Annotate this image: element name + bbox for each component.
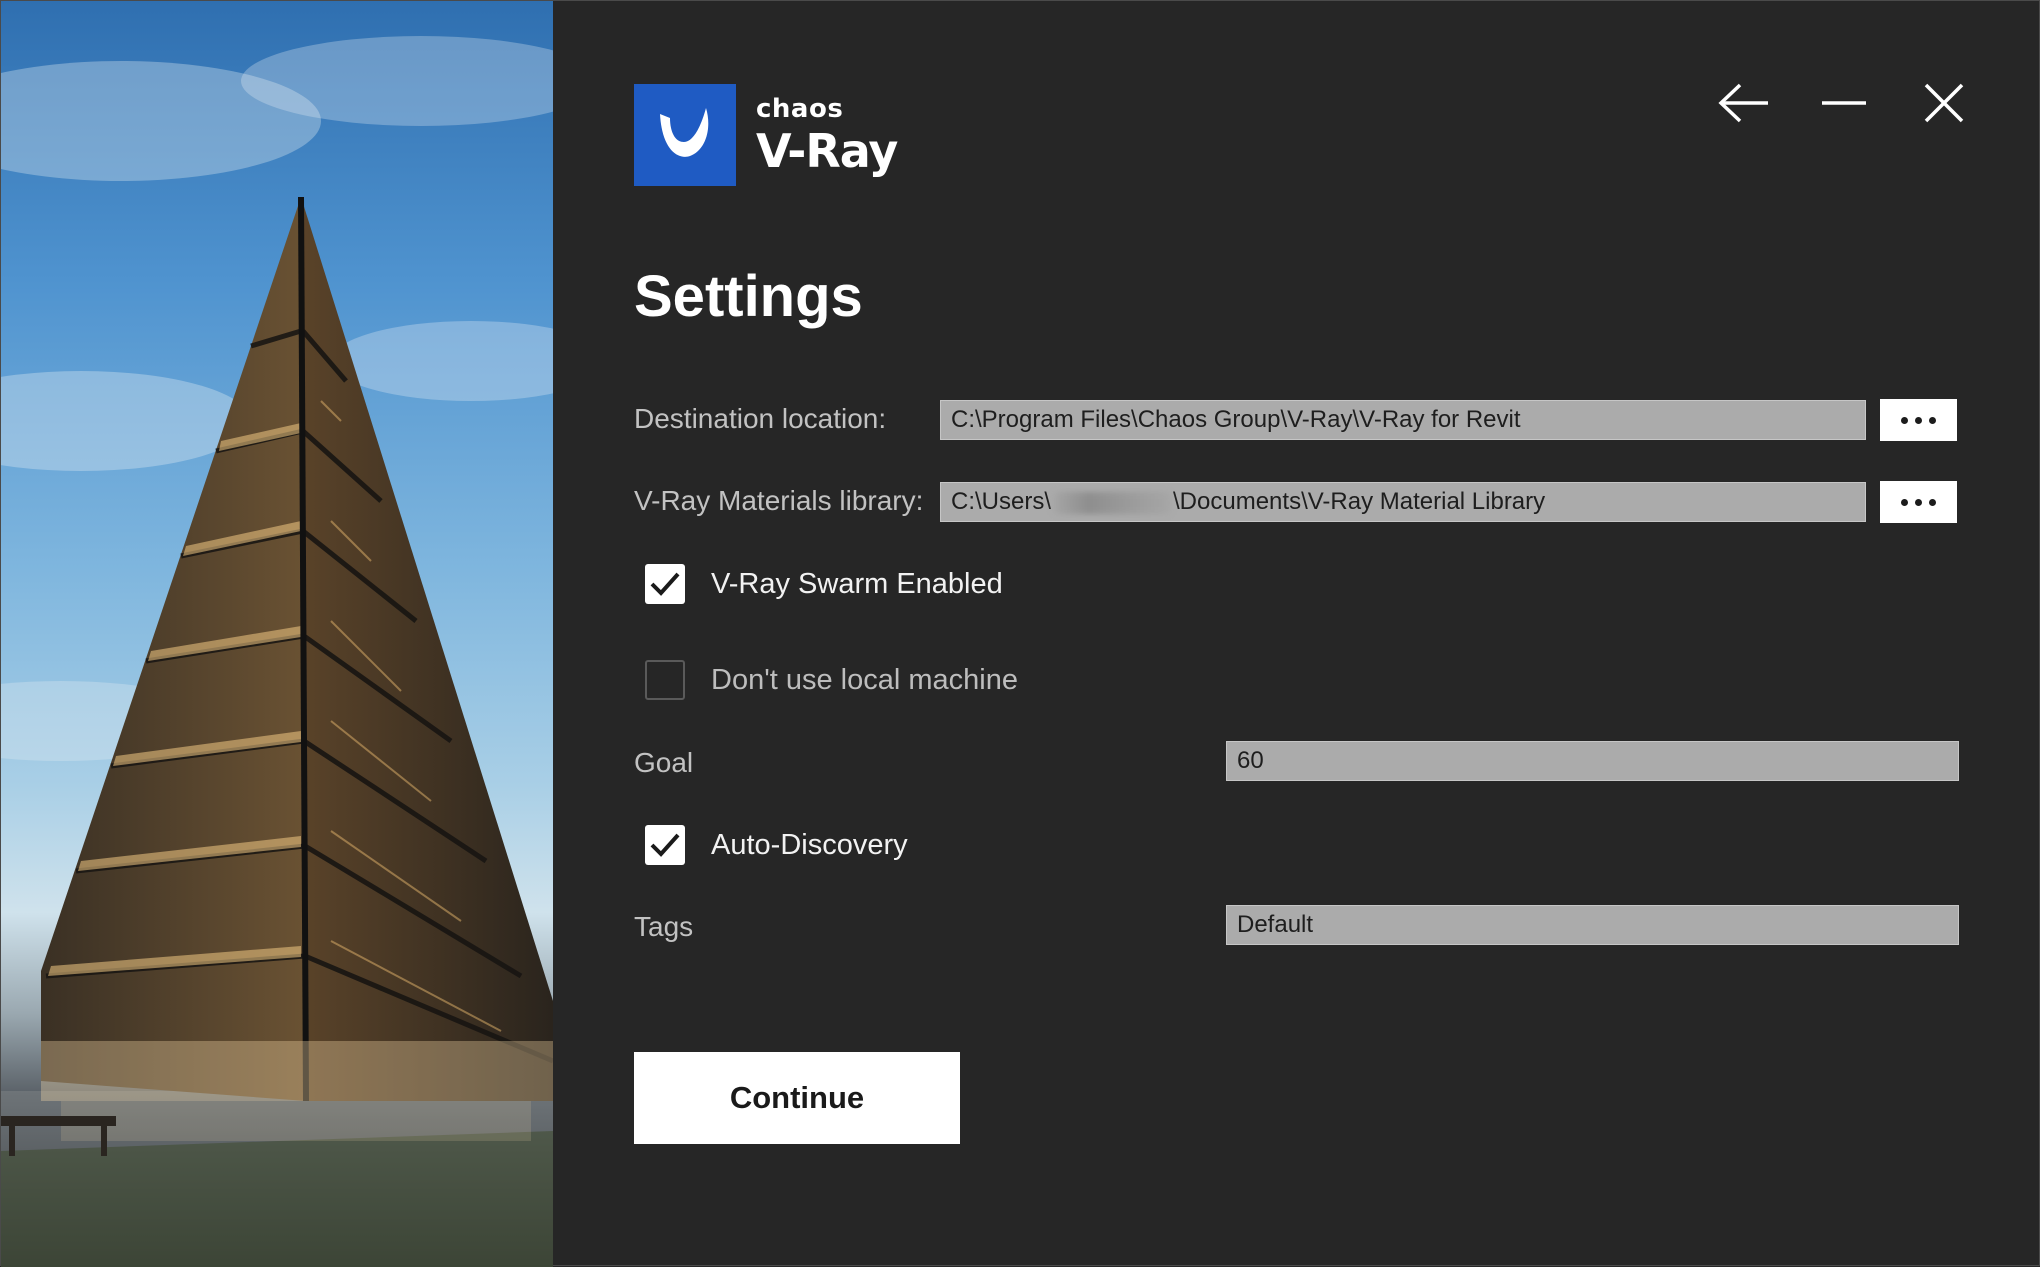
tags-label: Tags: [634, 911, 694, 942]
destination-value: C:\Program Files\Chaos Group\V-Ray\V-Ray…: [951, 406, 1521, 433]
continue-button[interactable]: Continue: [634, 1052, 960, 1144]
swarm-enabled-checkbox[interactable]: V-Ray Swarm Enabled: [645, 564, 1003, 604]
auto-discovery-checkbox[interactable]: Auto-Discovery: [645, 825, 908, 865]
more-icon: [1901, 498, 1908, 506]
more-icon-dot: [1915, 416, 1922, 424]
redacted-username: [1053, 491, 1172, 514]
window-controls: [1717, 79, 1971, 127]
materials-browse-button[interactable]: [1880, 481, 1957, 523]
close-button[interactable]: [1917, 79, 1971, 127]
page-title: Settings: [634, 264, 863, 329]
more-icon: [1901, 416, 1908, 424]
vray-logo: chaos V-Ray: [634, 84, 898, 186]
auto-discovery-label: Auto-Discovery: [711, 828, 908, 861]
close-icon: [1924, 83, 1964, 123]
materials-value-suffix: \Documents\V-Ray Material Library: [1173, 488, 1546, 515]
brand-large: V-Ray: [756, 124, 898, 178]
goal-label: Goal: [634, 747, 694, 778]
more-icon-dot: [1915, 498, 1922, 506]
materials-value-prefix: C:\Users\: [951, 488, 1052, 515]
more-icon-dot: [1929, 416, 1936, 424]
installer-window: chaos V-Ray Settings Destination locatio…: [0, 0, 2040, 1267]
swarm-enabled-label: V-Ray Swarm Enabled: [711, 567, 1003, 600]
local-machine-label: Don't use local machine: [711, 663, 1018, 696]
destination-label: Destination location:: [634, 403, 887, 434]
tags-field[interactable]: Default: [1226, 905, 1959, 945]
back-button[interactable]: [1717, 79, 1771, 127]
minimize-button[interactable]: [1817, 79, 1871, 127]
checkmark-icon: [650, 833, 680, 857]
local-machine-checkbox[interactable]: Don't use local machine: [645, 660, 1018, 700]
checkbox-box[interactable]: [645, 660, 685, 700]
tags-value: Default: [1237, 911, 1314, 938]
destination-browse-button[interactable]: [1880, 399, 1957, 441]
arrow-left-icon: [1718, 83, 1768, 123]
checkbox-box[interactable]: [645, 564, 685, 604]
hero-image: [1, 1, 553, 1267]
vray-logo-icon: [634, 84, 736, 186]
minimize-icon: [1822, 101, 1866, 105]
logo-wordmark: chaos V-Ray: [756, 94, 898, 178]
materials-label: V-Ray Materials library:: [634, 485, 924, 516]
materials-field[interactable]: C:\Users\ \Documents\V-Ray Material Libra…: [940, 482, 1866, 522]
more-icon-dot: [1929, 498, 1936, 506]
destination-field[interactable]: C:\Program Files\Chaos Group\V-Ray\V-Ray…: [940, 400, 1866, 440]
goal-value: 60: [1237, 747, 1264, 774]
settings-panel: chaos V-Ray Settings Destination locatio…: [553, 1, 2040, 1267]
brand-small: chaos: [756, 94, 844, 124]
checkbox-box[interactable]: [645, 825, 685, 865]
checkmark-icon: [650, 572, 680, 596]
goal-field[interactable]: 60: [1226, 741, 1959, 781]
